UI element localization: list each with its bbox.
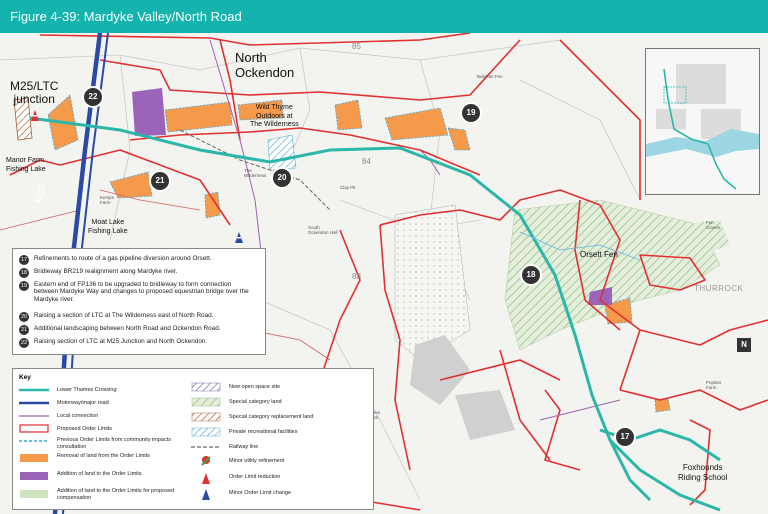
north-arrow-icon: N: [737, 338, 751, 352]
inset-overview-map: [645, 48, 760, 195]
label-orsett-fen: Orsett Fen: [580, 250, 618, 259]
legend-item: Private recreational facilities: [229, 429, 298, 435]
note-17: 17 Refinements to route of a gas pipeline…: [19, 255, 256, 265]
legend-item: Local connection: [57, 413, 99, 419]
replacement-hatch-icon: [191, 412, 221, 422]
label-clay-pit: Clay Pit: [340, 185, 356, 190]
wild-thyme-facility: [267, 134, 297, 171]
blue-cone-icon: [235, 232, 243, 243]
note-text: Raising a section of LTC at The Wilderne…: [34, 312, 214, 319]
cone-legend-icon: [202, 473, 210, 484]
grid-number-84: 84: [362, 157, 371, 166]
grid-number-83: 83: [352, 272, 361, 281]
utility-pin-icon: [201, 456, 211, 466]
note-text: Additional landscaping between North Roa…: [34, 325, 221, 332]
label-fen-covers: Fen Covers: [706, 220, 721, 230]
legend-item: Previous Order Limits from community imp…: [57, 437, 171, 450]
label-moat-lake: Moat Lake Fishing Lake: [88, 219, 128, 235]
badge-17: 17: [614, 426, 636, 448]
legend-right-swatches: [191, 382, 221, 500]
inset-map-drawing: [646, 49, 759, 194]
blue-cone-legend-icon: [202, 489, 210, 500]
legend-item: Proposed Order Limits: [57, 426, 113, 432]
legend-item: Removal of land from the Order Limits: [57, 453, 150, 459]
badge-21: 21: [149, 170, 171, 192]
legend-left-swatches: [19, 388, 49, 498]
map-legend: Key Lower Thames Crossing Motorway/major…: [12, 368, 374, 510]
label-foxhounds: Foxhounds Riding School: [678, 463, 728, 482]
label-poplars-farm: Poplars Farm: [706, 380, 722, 390]
legend-item: Addition of land to the Order Limits: [57, 471, 142, 477]
label-manor-farm: Manor Farm Fishing Lake: [6, 157, 46, 173]
legend-item: Lower Thames Crossing: [57, 387, 117, 393]
legend-item: Special category land: [229, 399, 282, 405]
removal-fill-icon: [20, 454, 48, 462]
badge-22: 22: [82, 86, 104, 108]
special-hatch-icon: [191, 397, 221, 407]
note-text: Bridleway BR219 realignment along Mardyk…: [34, 268, 178, 275]
note-badge: 18: [19, 268, 29, 278]
notes-panel: 17 Refinements to route of a gas pipeline…: [12, 248, 266, 355]
legend-item: Addition of land to the Order Limits for…: [57, 488, 175, 501]
label-m25-junction: M25/LTC junction: [10, 79, 59, 106]
legend-item: Minor Order Limit change: [229, 490, 292, 496]
label-kemps-farm: Kemps Farm: [100, 195, 115, 205]
order-limit-box-icon: [19, 424, 49, 433]
legend-item: Motorway/major road: [57, 400, 109, 406]
addition-fill-icon: [20, 472, 48, 480]
badge-20: 20: [271, 167, 293, 189]
label-the-wilderness: The Wilderness: [244, 168, 267, 178]
figure-header: Figure 4-39: Mardyke Valley/North Road: [0, 0, 768, 33]
note-badge: 17: [19, 255, 29, 265]
badge-19: 19: [460, 102, 482, 124]
grid-number-85: 85: [352, 42, 361, 51]
open-space-hatch-icon: [191, 382, 221, 392]
legend-item: Minor utility refinement: [229, 458, 285, 464]
legend-item: New open space site: [229, 384, 281, 390]
note-22: 22 Raising section of LTC at M25 Junction…: [19, 338, 256, 348]
note-21: 21 Additional landscaping between North R…: [19, 325, 256, 335]
label-north-ockendon: North Ockendon: [235, 50, 295, 80]
label-thurrock: THURROCK: [694, 284, 744, 293]
label-bulphan-fen: Bulphan Fen: [477, 74, 503, 79]
legend-item: Special category replacement land: [229, 414, 314, 420]
legend-item: Order Limit reduction: [229, 474, 281, 480]
label-south-ockendon-hall: South Ockendon Hall: [308, 225, 338, 235]
note-badge: 20: [19, 312, 29, 322]
compensation-fill-icon: [20, 490, 48, 498]
legend-item: Railway line: [229, 444, 259, 450]
note-text: Raising section of LTC at M25 Junction a…: [34, 338, 208, 345]
figure-title: Figure 4-39: Mardyke Valley/North Road: [10, 9, 242, 24]
note-18: 18 Bridleway BR219 realignment along Mard…: [19, 268, 256, 278]
label-wild-thyme: Wild Thyme Outdoors at The Wilderness: [250, 104, 299, 128]
note-text: Refinements to route of a gas pipeline d…: [34, 255, 212, 262]
note-19: 19 Eastern end of FP136 to be upgraded to…: [19, 281, 256, 303]
cone-icon: [31, 110, 39, 121]
note-badge: 19: [19, 281, 29, 291]
legend-title: Key: [19, 374, 31, 381]
note-badge: 21: [19, 325, 29, 335]
note-20: 20 Raising a section of LTC at The Wilder…: [19, 312, 256, 322]
note-badge: 22: [19, 338, 29, 348]
note-text: Eastern end of FP136 to be upgraded to b…: [34, 281, 249, 303]
recreation-hatch-icon: [191, 427, 221, 437]
badge-18: 18: [520, 264, 542, 286]
